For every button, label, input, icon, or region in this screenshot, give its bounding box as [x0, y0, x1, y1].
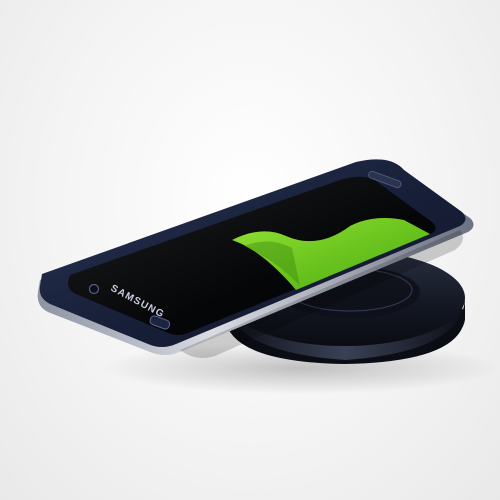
- product-photo: SAMSUNG: [0, 0, 500, 500]
- product-illustration: SAMSUNG: [37, 159, 500, 394]
- front-camera-icon: [88, 283, 100, 295]
